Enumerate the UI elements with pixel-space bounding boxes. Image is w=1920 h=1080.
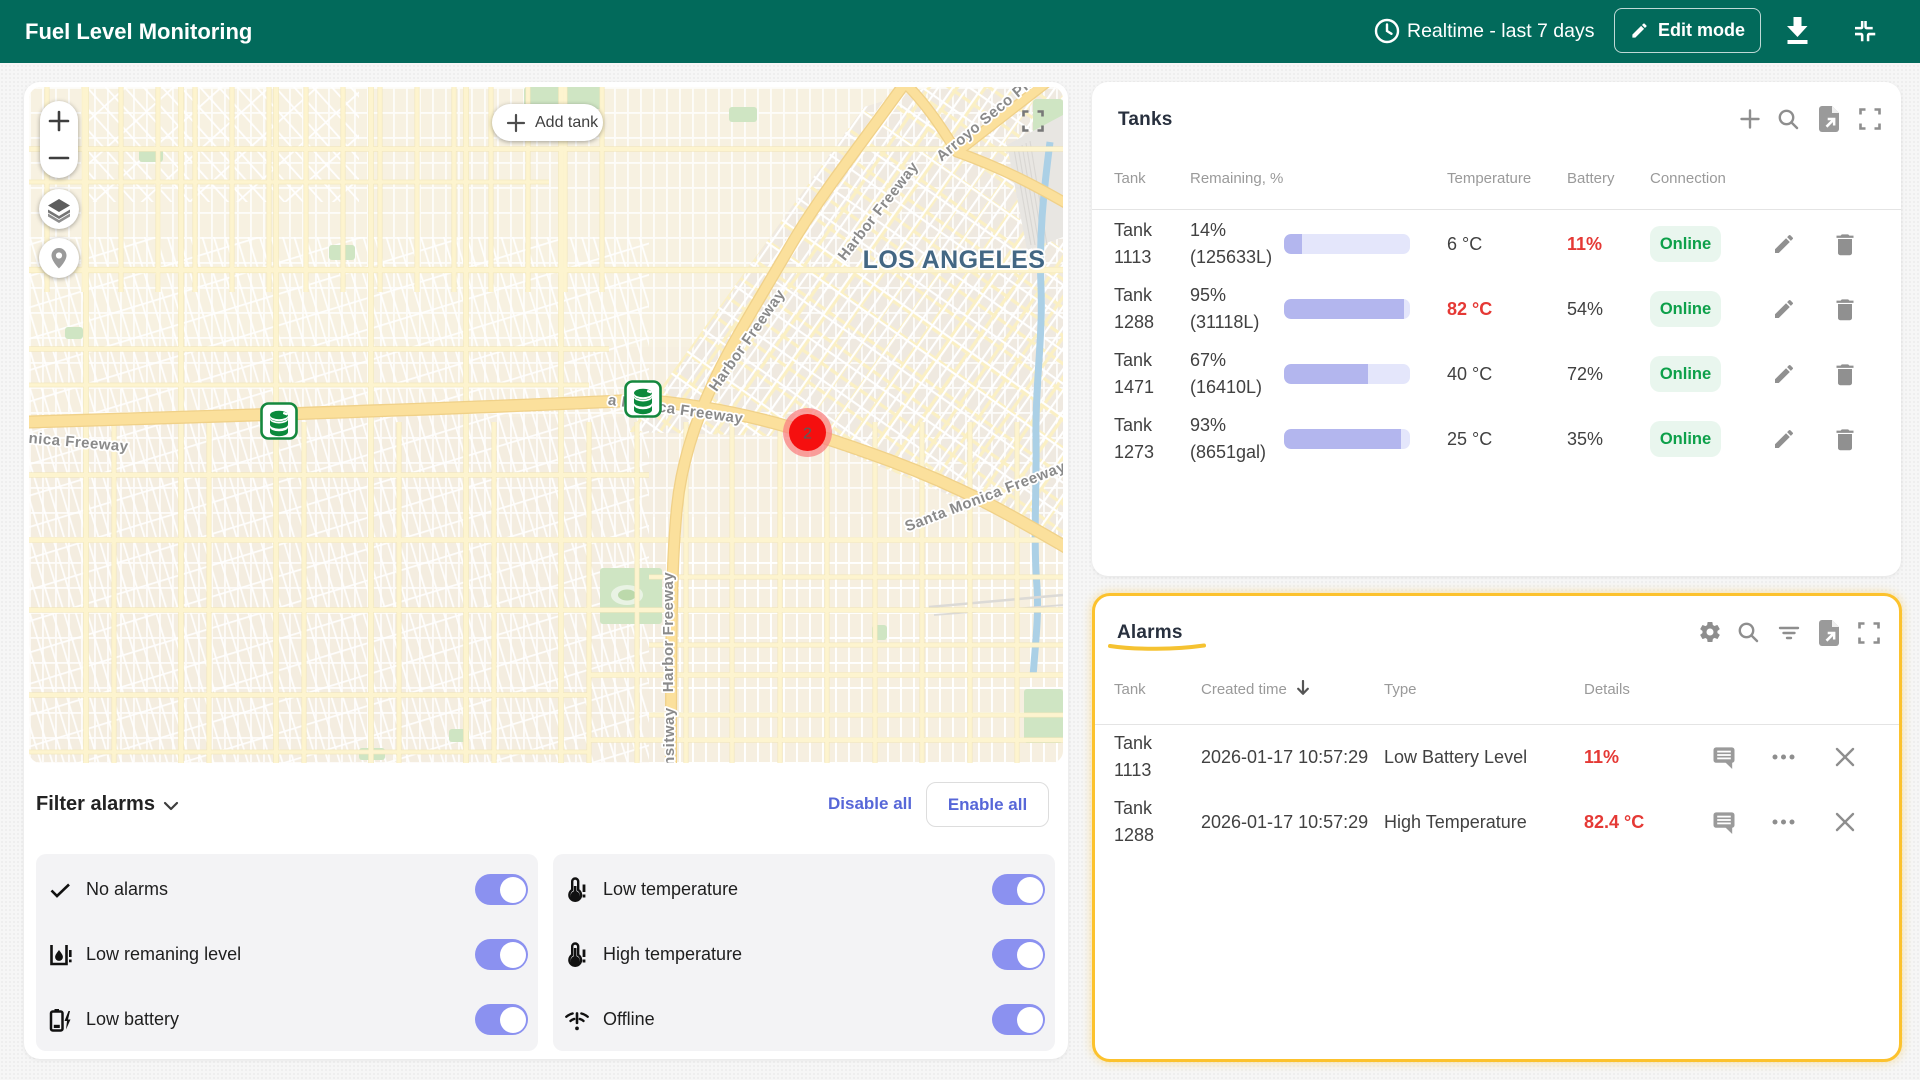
svg-text:Harbor Freeway: Harbor Freeway [660, 572, 677, 693]
svg-text:2: 2 [803, 426, 812, 443]
svg-text:Harbor Transitway: Harbor Transitway [661, 707, 678, 763]
svg-text:LOS ANGELES: LOS ANGELES [863, 246, 1046, 274]
